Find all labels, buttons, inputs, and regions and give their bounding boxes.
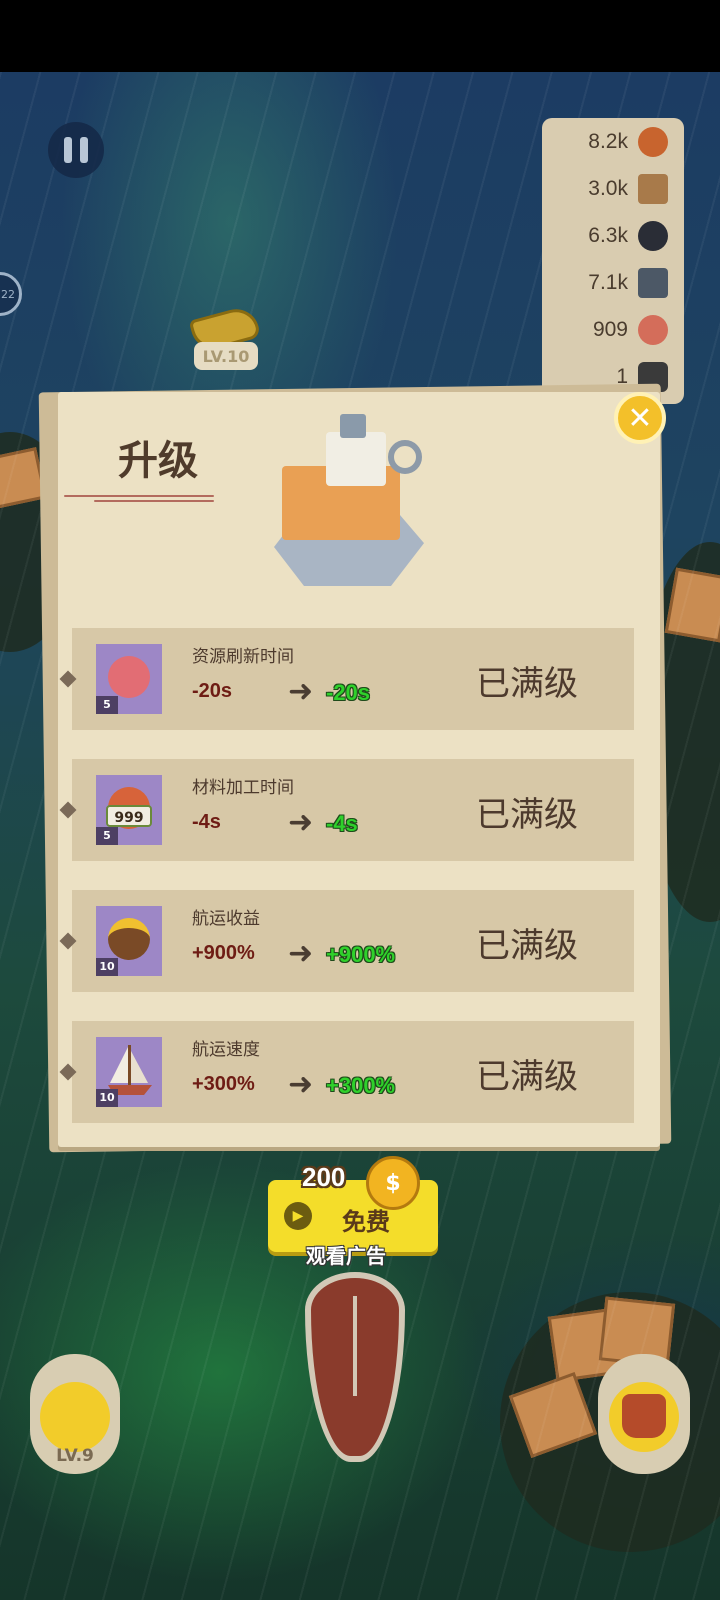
backpack-icon [622, 1394, 666, 1438]
upgrade-row: 10 航运收益 +900% ➜ +900% 已满级 [59, 890, 634, 992]
building-tower [326, 432, 386, 486]
upgrade-row: 5 资源刷新时间 -20s ➜ -20s 已满级 [59, 628, 634, 730]
row-level-badge: 10 [96, 1089, 118, 1107]
pause-bar [80, 137, 88, 163]
ship-level-button[interactable]: LV.9 [30, 1354, 120, 1474]
resource-row-meat: 909 [542, 306, 684, 353]
ship-upgrade-icon [40, 1382, 110, 1452]
arrow-right-icon: ➜ [288, 805, 314, 840]
row-status: 已满级 [476, 795, 578, 835]
resource-value: 7.1k [588, 270, 628, 294]
gold-sack-icon [108, 918, 150, 960]
row-next-value: +900% [326, 942, 396, 967]
row-current-value: -20s [192, 680, 233, 702]
meat-icon [638, 314, 668, 345]
arrow-right-icon: ➜ [288, 674, 314, 709]
underline-stroke [94, 500, 214, 502]
material-count-label: 999 [106, 805, 152, 827]
bomb-icon [638, 220, 668, 251]
ship-level-marker[interactable]: LV.10 [188, 304, 268, 384]
row-next-value: +300% [326, 1073, 396, 1098]
building-illustration [270, 410, 440, 590]
ship-level-button-label: LV.9 [56, 1446, 94, 1466]
coral-refresh-icon [108, 656, 150, 698]
resource-value: 909 [592, 317, 628, 341]
row-icon-box: 10 [96, 1037, 162, 1107]
resource-row-wood: 8.2k [542, 118, 684, 165]
row-name: 航运收益 [192, 909, 260, 929]
upgrade-row: 999 5 材料加工时间 -4s ➜ -4s 已满级 [59, 759, 634, 861]
resource-value: 8.2k [588, 129, 628, 153]
dialog-title: 升级 [118, 438, 198, 484]
row-level-badge: 10 [96, 958, 118, 976]
player-boat [305, 1272, 405, 1462]
side-indicator-label: 22 [1, 287, 15, 301]
row-status: 已满级 [476, 926, 578, 966]
building-wheel [388, 440, 422, 474]
row-name: 航运速度 [192, 1040, 260, 1060]
status-bar [0, 0, 720, 72]
ad-sub-label: 观看广告 [306, 1244, 386, 1268]
row-next-value: -20s [326, 680, 371, 705]
backpack-button[interactable] [598, 1354, 690, 1474]
close-icon: ✕ [627, 400, 653, 436]
row-name: 材料加工时间 [192, 778, 294, 798]
row-icon-box: 999 5 [96, 775, 162, 845]
upgrade-row: 10 航运速度 +300% ➜ +300% 已满级 [59, 1021, 634, 1123]
side-indicator[interactable]: 22 [0, 272, 22, 316]
underline-stroke [64, 495, 214, 497]
resource-value: 6.3k [588, 223, 628, 247]
stone-block-icon [638, 173, 668, 204]
resource-row-iron: 7.1k [542, 259, 684, 306]
row-next-value: -4s [326, 811, 358, 836]
game-scene: 22 LV.10 8.2k 3.0k 6.3k 7.1k 909 1 ✕ 升级 … [0, 72, 720, 1600]
arrow-right-icon: ➜ [288, 1067, 314, 1102]
resource-row-bomb: 6.3k [542, 212, 684, 259]
ship-level-label: LV.10 [194, 342, 258, 370]
row-current-value: +300% [192, 1073, 255, 1095]
close-button[interactable]: ✕ [614, 392, 666, 444]
resource-panel: 8.2k 3.0k 6.3k 7.1k 909 1 [542, 118, 684, 404]
resource-value: 3.0k [588, 176, 628, 200]
coin-icon: $ [366, 1156, 420, 1210]
row-status: 已满级 [476, 664, 578, 704]
play-icon: ▶ [284, 1202, 312, 1230]
boat-mast [353, 1296, 357, 1396]
row-status: 已满级 [476, 1057, 578, 1097]
row-icon-box: 5 [96, 644, 162, 714]
building-hammer [340, 414, 366, 438]
pause-button[interactable] [48, 122, 104, 178]
pause-bar [64, 137, 72, 163]
row-level-badge: 5 [96, 827, 118, 845]
ad-reward-amount: 200 [302, 1162, 346, 1192]
iron-ingot-icon [638, 267, 668, 298]
row-current-value: -4s [192, 811, 221, 833]
row-name: 资源刷新时间 [192, 647, 294, 667]
title-underline [64, 492, 224, 506]
row-current-value: +900% [192, 942, 255, 964]
arrow-right-icon: ➜ [288, 936, 314, 971]
resource-row-stone: 3.0k [542, 165, 684, 212]
row-level-badge: 5 [96, 696, 118, 714]
row-icon-box: 10 [96, 906, 162, 976]
wood-log-icon [638, 126, 668, 157]
